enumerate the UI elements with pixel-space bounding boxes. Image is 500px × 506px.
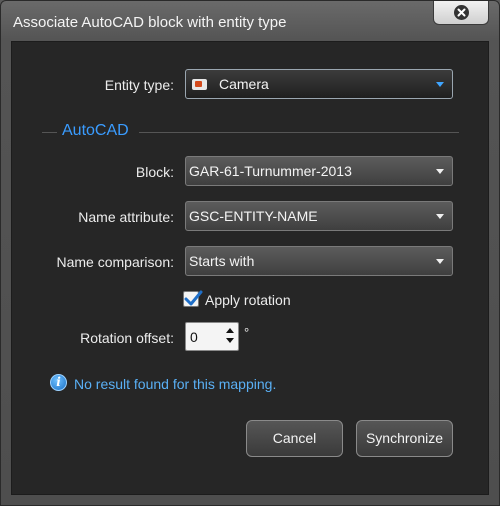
info-icon: i	[50, 374, 67, 391]
apply-rotation-checkbox[interactable]	[183, 290, 203, 307]
stepper-up-icon[interactable]	[226, 328, 234, 333]
checkmark-icon	[184, 290, 203, 306]
chevron-down-icon	[436, 214, 444, 219]
block-dropdown[interactable]: GAR-61-Turnummer-2013	[185, 156, 453, 186]
apply-rotation-label[interactable]: Apply rotation	[205, 292, 291, 308]
cancel-button[interactable]: Cancel	[246, 420, 343, 457]
info-message: No result found for this mapping.	[74, 376, 277, 392]
rotation-offset-value: 0	[190, 329, 198, 345]
section-divider-left	[42, 132, 57, 133]
name-attribute-label: Name attribute:	[78, 209, 174, 225]
entity-type-label: Entity type:	[104, 77, 174, 93]
dialog-content: Entity type: Camera AutoCAD Block: GAR-6…	[11, 41, 489, 495]
close-icon	[454, 5, 469, 20]
rotation-offset-stepper[interactable]: 0	[185, 322, 239, 351]
section-divider-right	[139, 132, 459, 133]
block-label: Block:	[135, 164, 174, 180]
camera-icon	[192, 79, 207, 90]
chevron-down-icon	[436, 169, 444, 174]
section-title: AutoCAD	[62, 122, 129, 139]
name-comparison-label: Name comparison:	[56, 254, 175, 270]
entity-type-dropdown[interactable]: Camera	[185, 69, 453, 99]
dialog-window: Associate AutoCAD block with entity type…	[0, 0, 500, 506]
name-attribute-value: GSC-ENTITY-NAME	[189, 208, 318, 224]
degree-unit: °	[244, 325, 250, 340]
close-button[interactable]	[433, 1, 489, 25]
chevron-down-icon	[436, 82, 444, 87]
block-value: GAR-61-Turnummer-2013	[189, 163, 352, 179]
stepper-down-icon[interactable]	[226, 338, 234, 343]
chevron-down-icon	[436, 259, 444, 264]
rotation-offset-label: Rotation offset:	[80, 330, 174, 346]
entity-type-value: Camera	[219, 76, 269, 92]
title-bar[interactable]: Associate AutoCAD block with entity type	[1, 1, 499, 41]
synchronize-button[interactable]: Synchronize	[356, 420, 453, 457]
name-comparison-dropdown[interactable]: Starts with	[185, 246, 453, 276]
window-title: Associate AutoCAD block with entity type	[13, 14, 287, 31]
name-comparison-value: Starts with	[189, 253, 255, 269]
name-attribute-dropdown[interactable]: GSC-ENTITY-NAME	[185, 201, 453, 231]
